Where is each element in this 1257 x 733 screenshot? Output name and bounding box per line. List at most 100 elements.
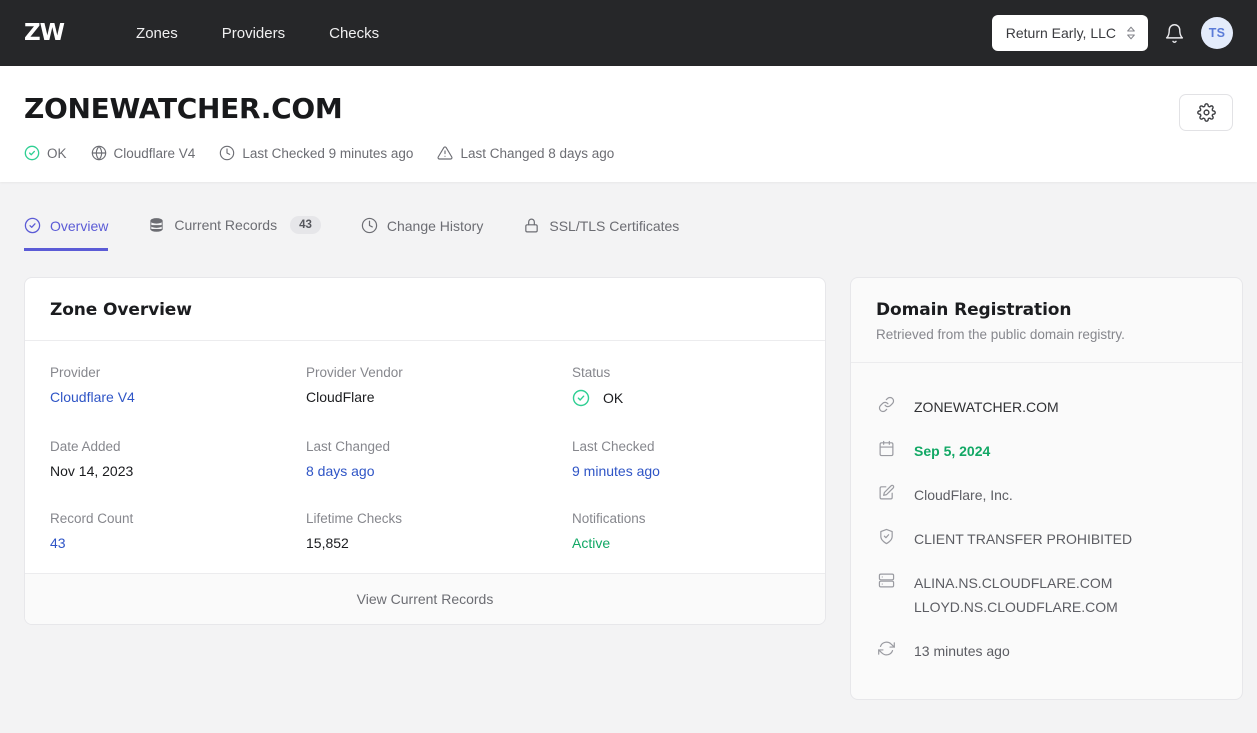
meta-status: OK [24, 145, 67, 161]
field-status-value: OK [603, 390, 624, 406]
tab-change-history[interactable]: Change History [361, 211, 484, 251]
field-status-value-row: OK [572, 389, 800, 407]
main-content: Zone Overview Provider Cloudflare V4 Pro… [0, 251, 1257, 700]
database-icon [148, 217, 165, 234]
meta-last-changed: Last Changed 8 days ago [437, 145, 614, 161]
meta-last-changed-label: Last Changed 8 days ago [460, 145, 615, 161]
field-date-added: Date Added Nov 14, 2023 [50, 439, 306, 479]
clock-icon [361, 217, 378, 234]
check-circle-icon [24, 217, 41, 234]
globe-icon [91, 145, 107, 161]
field-record-count-label: Record Count [50, 511, 134, 526]
tab-change-history-label: Change History [386, 217, 484, 234]
nav-link-checks[interactable]: Checks [307, 17, 401, 50]
field-provider-value[interactable]: Cloudflare V4 [50, 389, 306, 405]
shield-check-icon [876, 527, 896, 545]
tab-ssl-tls-certificates[interactable]: SSL/TLS Certificates [523, 211, 679, 251]
tab-current-records[interactable]: Current Records 43 [148, 210, 321, 251]
zone-overview-body: Provider Cloudflare V4 Provider Vendor C… [25, 341, 825, 573]
field-provider: Provider Cloudflare V4 [50, 365, 306, 407]
org-selector[interactable]: Return Early, LLC [991, 15, 1148, 51]
field-last-changed-value[interactable]: 8 days ago [306, 463, 572, 479]
field-lifetime-checks: Lifetime Checks 15,852 [306, 511, 572, 551]
field-date-added-label: Date Added [50, 439, 121, 454]
tabs-container: Overview Current Records 43 Change Histo… [0, 210, 1257, 251]
org-selector-value: Return Early, LLC [1005, 25, 1116, 41]
top-navbar: ZW Zones Providers Checks Return Early, … [0, 0, 1257, 66]
meta-last-checked-label: Last Checked 9 minutes ago [242, 145, 414, 161]
field-provider-label: Provider [50, 365, 101, 380]
domain-registration-body: ZONEWATCHER.COM Sep 5, 2024 CloudFlare, … [851, 363, 1242, 699]
field-provider-vendor-label: Provider Vendor [306, 365, 403, 380]
check-circle-icon [572, 389, 590, 407]
app-logo[interactable]: ZW [24, 20, 65, 46]
nav-link-zones[interactable]: Zones [114, 17, 200, 50]
tab-ssl-tls-certificates-label: SSL/TLS Certificates [549, 217, 680, 234]
field-notifications-label: Notifications [572, 511, 646, 526]
domain-registration-card: Domain Registration Retrieved from the p… [850, 277, 1243, 700]
right-column: Domain Registration Retrieved from the p… [850, 277, 1243, 700]
tab-overview[interactable]: Overview [24, 211, 109, 251]
zone-overview-fields: Provider Cloudflare V4 Provider Vendor C… [50, 365, 800, 551]
field-date-added-value: Nov 14, 2023 [50, 463, 134, 479]
meta-last-checked: Last Checked 9 minutes ago [219, 145, 413, 161]
page-meta-row: OK Cloudflare V4 Last Checked 9 minutes … [24, 145, 1233, 161]
domain-registration-header: Domain Registration Retrieved from the p… [851, 278, 1242, 363]
registration-row-status: CLIENT TRANSFER PROHIBITED [876, 517, 1217, 561]
meta-status-label: OK [47, 145, 67, 161]
avatar[interactable]: TS [1201, 17, 1233, 49]
bell-icon[interactable] [1164, 23, 1185, 44]
primary-nav: Zones Providers Checks [114, 17, 401, 50]
domain-registration-title: Domain Registration [876, 300, 1072, 320]
zone-overview-header: Zone Overview [25, 278, 825, 341]
field-last-checked-value[interactable]: 9 minutes ago [572, 463, 800, 479]
registration-status-value: CLIENT TRANSFER PROHIBITED [914, 531, 1133, 547]
refresh-icon [876, 639, 896, 657]
check-circle-icon [24, 145, 40, 161]
nav-right-group: Return Early, LLC TS [991, 15, 1233, 51]
page-title-row: ZONEWATCHER.COM [24, 94, 1233, 131]
view-current-records-button[interactable]: View Current Records [25, 573, 825, 624]
zone-overview-title: Zone Overview [50, 300, 192, 320]
meta-provider: Cloudflare V4 [91, 145, 196, 161]
zone-overview-card: Zone Overview Provider Cloudflare V4 Pro… [24, 277, 826, 625]
tab-current-records-badge: 43 [290, 216, 321, 234]
field-status: Status OK [572, 365, 800, 407]
page-title: ZONEWATCHER.COM [24, 92, 343, 125]
registration-row-registrar: CloudFlare, Inc. [876, 473, 1217, 517]
gear-icon [1196, 103, 1216, 122]
field-provider-vendor-value: CloudFlare [306, 389, 375, 405]
field-notifications: Notifications Active [572, 511, 800, 551]
chevron-updown-icon [1126, 25, 1136, 41]
field-last-changed: Last Changed 8 days ago [306, 439, 572, 479]
domain-registration-subtitle: Retrieved from the public domain registr… [876, 327, 1125, 342]
warning-triangle-icon [437, 145, 453, 161]
field-last-changed-label: Last Changed [306, 439, 391, 454]
registration-row-nameservers: ALINA.NS.CLOUDFLARE.COM LLOYD.NS.CLOUDFL… [876, 561, 1217, 629]
field-last-checked-label: Last Checked [572, 439, 655, 454]
registration-row-updated: 13 minutes ago [876, 629, 1217, 673]
pencil-icon [876, 483, 896, 501]
link-icon [876, 395, 896, 413]
field-record-count-value[interactable]: 43 [50, 535, 306, 551]
registration-row-domain: ZONEWATCHER.COM [876, 385, 1217, 429]
registration-row-expiry: Sep 5, 2024 [876, 429, 1217, 473]
registration-domain-value: ZONEWATCHER.COM [914, 399, 1059, 415]
field-record-count: Record Count 43 [50, 511, 306, 551]
clock-icon [219, 145, 235, 161]
field-last-checked: Last Checked 9 minutes ago [572, 439, 800, 479]
nav-link-providers[interactable]: Providers [200, 17, 307, 50]
server-icon [876, 571, 896, 589]
registration-updated-value: 13 minutes ago [914, 643, 1010, 659]
field-status-label: Status [572, 365, 611, 380]
tab-list: Overview Current Records 43 Change Histo… [24, 210, 1233, 251]
lock-icon [523, 217, 540, 234]
tab-overview-label: Overview [50, 217, 109, 234]
field-provider-vendor: Provider Vendor CloudFlare [306, 365, 572, 407]
meta-provider-label: Cloudflare V4 [113, 145, 196, 161]
page-header: ZONEWATCHER.COM OK Cloudflare V4 Last Ch… [0, 66, 1257, 182]
field-lifetime-checks-label: Lifetime Checks [306, 511, 403, 526]
left-column: Zone Overview Provider Cloudflare V4 Pro… [24, 277, 826, 700]
registration-expiry-value: Sep 5, 2024 [914, 443, 991, 459]
settings-button[interactable] [1179, 94, 1233, 131]
